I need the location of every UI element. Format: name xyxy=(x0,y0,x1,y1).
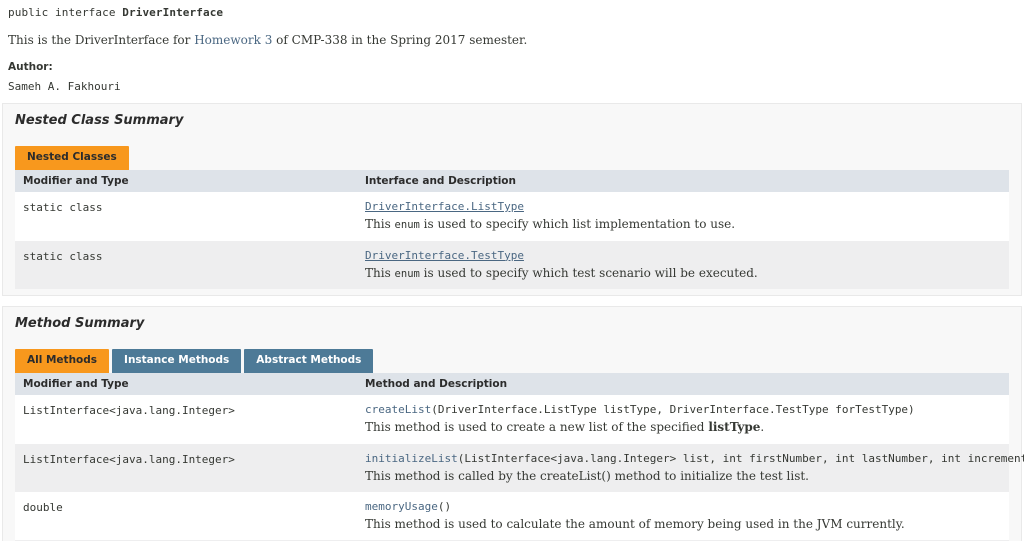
column-header-modifier: Modifier and Type xyxy=(15,373,357,396)
method-summary-tabs: All Methods Instance Methods Abstract Me… xyxy=(15,349,1021,374)
tab-all-methods[interactable]: All Methods xyxy=(15,349,110,374)
modifier-text: static class xyxy=(23,249,103,263)
column-header-modifier: Modifier and Type xyxy=(15,170,357,192)
method-summary-table: Modifier and Type Method and Description… xyxy=(15,373,1024,541)
description-text-before-link: This is the DriverInterface for xyxy=(8,33,195,47)
desc-pre: This xyxy=(365,217,395,231)
nested-class-summary-title: Nested Class Summary xyxy=(15,113,184,128)
desc-pre: This method is used to calculate the amo… xyxy=(365,516,905,531)
cell-description: DriverInterface.TestType This enum is us… xyxy=(357,240,1009,290)
desc-pre: This xyxy=(365,265,395,280)
cell-modifier: ListInterface<java.lang.Integer> xyxy=(15,443,357,492)
javadoc-page: public interface DriverInterface This is… xyxy=(0,0,1024,541)
cell-description: memoryUsage() This method is used to cal… xyxy=(357,491,1009,541)
desc-pre: This method is called by the createList(… xyxy=(365,468,809,483)
cell-modifier: double xyxy=(15,491,357,541)
column-header-description: Method and Description xyxy=(357,373,1009,396)
cell-modifier: static class xyxy=(15,240,357,290)
method-params: (DriverInterface.ListType listType, Driv… xyxy=(431,403,915,417)
method-signature: createList(DriverInterface.ListType list… xyxy=(365,403,1003,416)
nested-class-summary-table: Modifier and Type Interface and Descript… xyxy=(15,170,1009,290)
method-params: () xyxy=(437,499,452,513)
modifier-text: ListInterface<java.lang.Integer> xyxy=(23,404,235,418)
signature-modifier: public interface xyxy=(8,6,123,19)
method-params: (ListInterface<java.lang.Integer> list, … xyxy=(457,451,1024,465)
tab-instance-methods[interactable]: Instance Methods xyxy=(112,349,242,374)
cell-modifier: static class xyxy=(15,192,357,241)
desc-code: enum xyxy=(394,267,420,280)
nested-class-description: This enum is used to specify which list … xyxy=(365,217,1003,232)
signature-type-name: DriverInterface xyxy=(122,6,224,19)
column-header-description: Interface and Description xyxy=(357,170,1009,192)
nested-class-link[interactable]: DriverInterface.TestType xyxy=(365,249,1003,262)
cell-description: DriverInterface.ListType This enum is us… xyxy=(357,192,1009,241)
method-summary-section: Method Summary All Methods Instance Meth… xyxy=(2,306,1024,541)
tab-abstract-methods[interactable]: Abstract Methods xyxy=(244,349,374,374)
nested-class-summary-section: Nested Class Summary Nested Classes Modi… xyxy=(2,103,1022,297)
interface-signature: public interface DriverInterface xyxy=(8,6,1016,19)
nested-class-tabs: Nested Classes xyxy=(15,146,1021,170)
author-label: Author: xyxy=(8,61,53,73)
method-name-link[interactable]: memoryUsage xyxy=(365,500,438,513)
table-row: ListInterface<java.lang.Integer> initial… xyxy=(15,443,1024,492)
table-row: static class DriverInterface.ListType Th… xyxy=(15,192,1009,241)
modifier-text: ListInterface<java.lang.Integer> xyxy=(23,452,235,466)
desc-bold: listType xyxy=(708,420,761,435)
description-text-after-link: of CMP-338 in the Spring 2017 semester. xyxy=(272,33,528,47)
modifier-text: double xyxy=(23,500,63,514)
table-row: double memoryUsage() This method is used… xyxy=(15,491,1009,541)
homework-link[interactable]: Homework 3 xyxy=(194,33,272,47)
table-header-row: Modifier and Type Method and Description xyxy=(15,373,1009,396)
desc-pre: This method is used to create a new list… xyxy=(365,420,709,435)
desc-post: is used to specify which test scenario w… xyxy=(419,265,758,280)
table-row: ListInterface<java.lang.Integer> createL… xyxy=(15,395,1009,444)
method-signature: memoryUsage() xyxy=(365,500,1003,513)
desc-post: is used to specify which list implementa… xyxy=(419,217,736,231)
desc-post: . xyxy=(760,420,765,435)
method-signature: initializeList(ListInterface<java.lang.I… xyxy=(365,452,1024,465)
nested-class-description: This enum is used to specify which test … xyxy=(365,266,1003,281)
desc-code: enum xyxy=(394,219,420,231)
method-name-link[interactable]: initializeList xyxy=(365,452,458,465)
cell-modifier: ListInterface<java.lang.Integer> xyxy=(15,395,357,444)
modifier-text: static class xyxy=(23,201,103,214)
interface-description: This is the DriverInterface for Homework… xyxy=(8,33,1016,48)
method-description: This method is used to calculate the amo… xyxy=(365,517,1003,531)
method-summary-title: Method Summary xyxy=(15,316,145,332)
tab-nested-classes[interactable]: Nested Classes xyxy=(15,146,129,170)
table-row: static class DriverInterface.TestType Th… xyxy=(15,240,1009,290)
cell-description: initializeList(ListInterface<java.lang.I… xyxy=(357,443,1024,492)
method-description: This method is called by the createList(… xyxy=(365,469,1003,483)
method-description: This method is used to create a new list… xyxy=(365,420,1003,434)
interface-header: public interface DriverInterface This is… xyxy=(0,0,1024,93)
cell-description: createList(DriverInterface.ListType list… xyxy=(357,395,1009,444)
table-header-row: Modifier and Type Interface and Descript… xyxy=(15,170,1009,192)
nested-class-link[interactable]: DriverInterface.ListType xyxy=(365,200,1003,213)
method-name-link[interactable]: createList xyxy=(365,403,431,416)
author-name: Sameh A. Fakhouri xyxy=(8,80,121,93)
